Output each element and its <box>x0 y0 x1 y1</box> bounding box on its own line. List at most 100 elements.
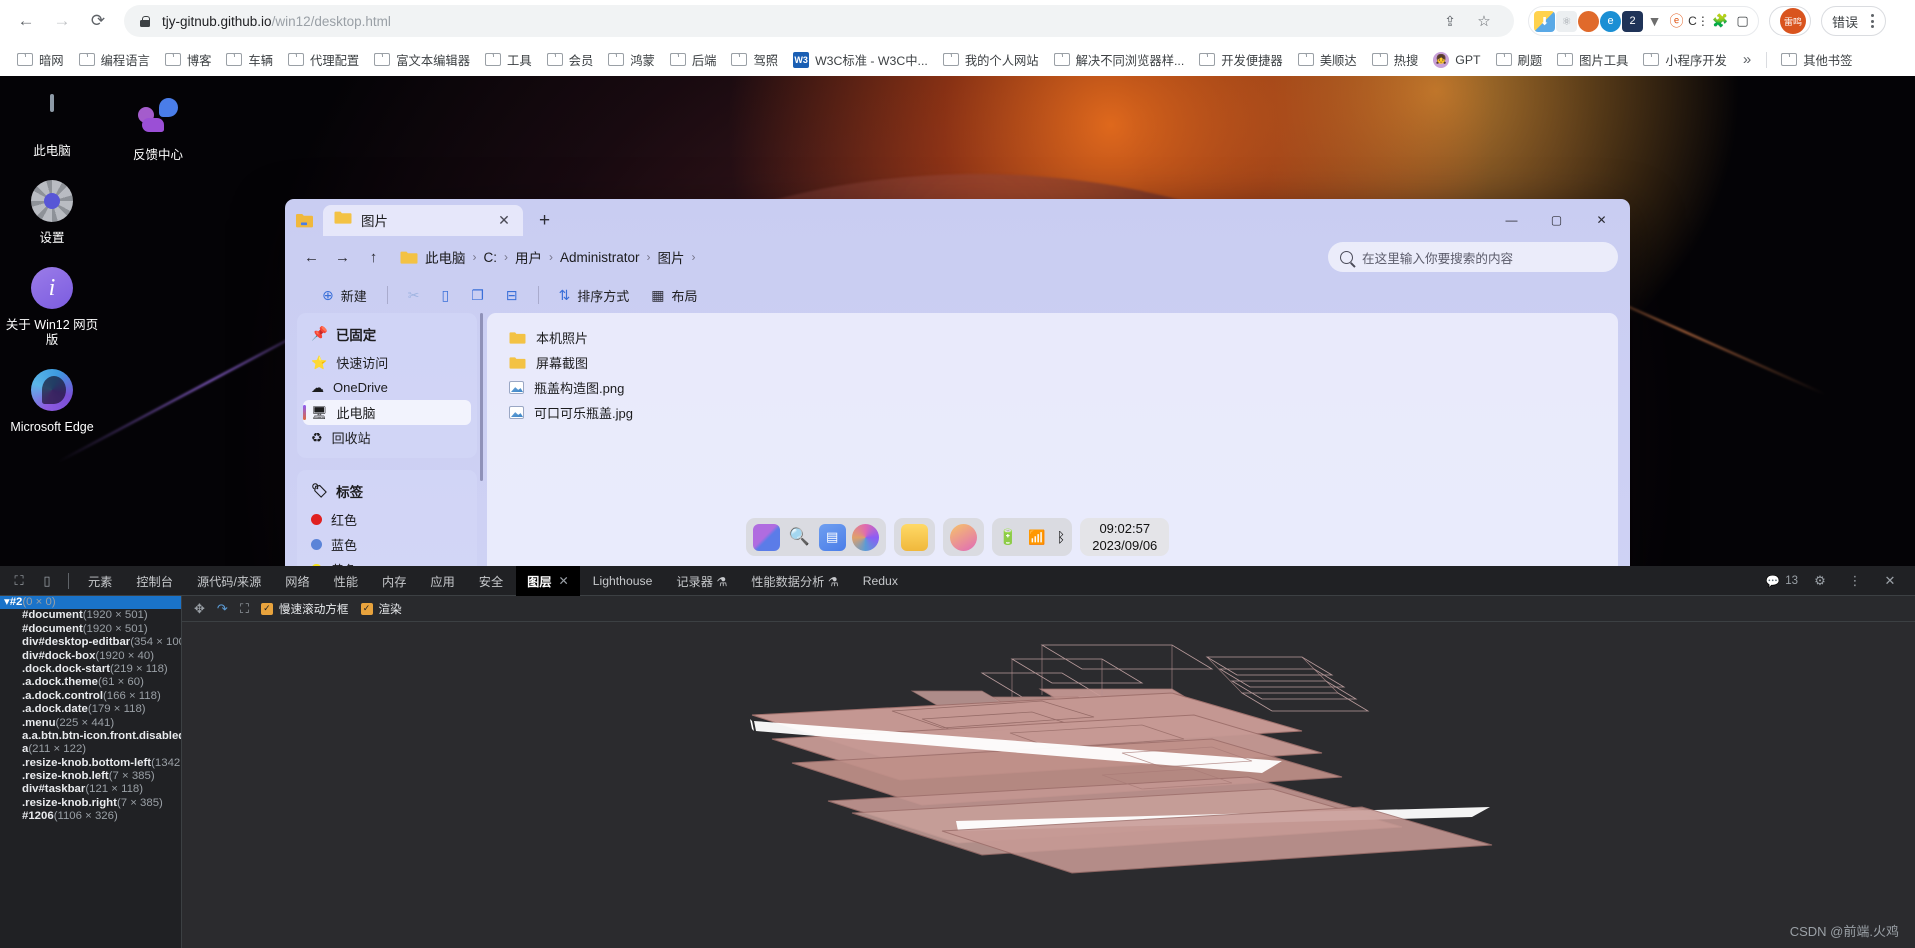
desktop-icon-settings[interactable]: 设置 <box>2 177 102 246</box>
desktop-icon-feedback-hub[interactable]: 反馈中心 <box>108 94 208 163</box>
e-browser-ext-icon[interactable]: ⓔ <box>1666 10 1687 32</box>
desktop-icon-this-pc[interactable]: 此电脑 <box>2 90 102 159</box>
issues-badge[interactable]: 💬 13 <box>1766 574 1798 588</box>
profile-menu[interactable]: 雷鸣 <box>1769 6 1811 36</box>
clipboard-ext-icon[interactable]: C⋮ <box>1688 10 1709 32</box>
tab-memory[interactable]: 内存 <box>371 566 417 596</box>
breadcrumb-item[interactable]: Administrator <box>560 250 640 265</box>
rotate-icon[interactable]: ↷ <box>217 601 228 617</box>
bookmark-item[interactable]: 鸿蒙 <box>601 48 662 72</box>
bookmark-item[interactable]: 我的个人网站 <box>936 48 1046 72</box>
tab-sources[interactable]: 源代码/来源 <box>186 566 272 596</box>
layer-tree-row[interactable]: a.a.btn.btn-icon.front.disabled(446 × <box>0 730 181 743</box>
copy-button[interactable]: ▯ <box>432 281 458 309</box>
sidebar-ext-icon[interactable]: ▢ <box>1732 10 1753 32</box>
layer-tree-row[interactable]: .resize-knob.bottom-left(1342 × 7) <box>0 757 181 770</box>
tab-recorder[interactable]: 记录器 ⚗ <box>665 566 738 596</box>
new-button[interactable]: ⊕ 新建 <box>313 281 376 309</box>
layer-tree-row[interactable]: .resize-knob.right(7 × 385) <box>0 797 181 810</box>
tab-application[interactable]: 应用 <box>419 566 465 596</box>
bookmark-item[interactable]: 车辆 <box>219 48 280 72</box>
tab-redux[interactable]: Redux <box>852 566 909 596</box>
breadcrumb-item[interactable]: 用户 <box>515 247 542 267</box>
explorer-forward-button[interactable]: → <box>328 243 357 272</box>
reload-button[interactable]: ⟳ <box>82 5 114 37</box>
bookmark-item[interactable]: 👧 GPT <box>1426 49 1487 71</box>
star-icon[interactable]: ☆ <box>1468 5 1500 37</box>
layout-button[interactable]: ▦ 布局 <box>642 281 706 309</box>
tab-console[interactable]: 控制台 <box>125 566 184 596</box>
explorer-tab[interactable]: 图片 ✕ <box>323 204 523 236</box>
bluetooth-icon[interactable]: ᛒ <box>1057 529 1065 545</box>
bookmark-item[interactable]: 刷题 <box>1489 48 1550 72</box>
layer-tree-row[interactable]: .menu(225 × 441) <box>0 717 181 730</box>
bookmark-item[interactable]: 富文本编辑器 <box>367 48 477 72</box>
sidebar-tag-yellow[interactable]: 黄色 <box>303 557 471 566</box>
settings-gear-icon[interactable]: ⚙ <box>1807 568 1833 594</box>
photos-icon[interactable] <box>851 523 879 551</box>
clock[interactable]: 09:02:57 2023/09/06 <box>1080 518 1170 556</box>
more-options-icon[interactable]: ⋮ <box>1842 568 1868 594</box>
desktop-icon-about-win12[interactable]: i 关于 Win12 网页版 <box>2 264 102 348</box>
bookmark-item[interactable]: W3 W3C标准 - W3C中... <box>786 48 935 72</box>
sidebar-scrollbar[interactable] <box>480 313 483 481</box>
bookmark-item[interactable]: 开发便捷器 <box>1192 48 1290 72</box>
inspect-icon[interactable]: ⛶ <box>6 568 32 594</box>
maximize-button[interactable]: ▢ <box>1534 203 1579 237</box>
bookmark-item[interactable]: 热搜 <box>1365 48 1426 72</box>
tab-elements[interactable]: 元素 <box>77 566 123 596</box>
rename-button[interactable]: ⊟ <box>497 281 527 309</box>
bookmark-item[interactable]: 会员 <box>540 48 601 72</box>
layer-tree-row[interactable]: ▾#2(0 × 0) <box>0 596 181 610</box>
tab-performance-insights[interactable]: 性能数据分析 ⚗ <box>740 566 849 596</box>
bookmark-item[interactable]: 美顺达 <box>1291 48 1364 72</box>
layer-tree-row[interactable]: div#taskbar(121 × 118) <box>0 783 181 796</box>
sort-button[interactable]: ⇅ 排序方式 <box>550 281 639 309</box>
sidebar-item-recycle-bin[interactable]: ♻ 回收站 <box>303 425 471 450</box>
explorer-up-button[interactable]: ↑ <box>359 243 388 272</box>
bookmark-item[interactable]: 后端 <box>663 48 724 72</box>
pan-icon[interactable]: ✥ <box>194 601 205 617</box>
bookmark-item[interactable]: 图片工具 <box>1550 48 1635 72</box>
bookmark-item[interactable]: 工具 <box>478 48 539 72</box>
start-icon[interactable] <box>752 523 780 551</box>
mega-ext-icon[interactable] <box>1578 10 1599 32</box>
layer-tree-row[interactable]: .dock.dock-start(219 × 118) <box>0 663 181 676</box>
layer-tree-row[interactable]: #1206(1106 × 326) <box>0 810 181 823</box>
list-item[interactable]: 屏幕截图 <box>501 350 596 375</box>
more-options-icon[interactable] <box>1863 14 1881 28</box>
vimium-ext-icon[interactable]: ▼ <box>1644 10 1665 32</box>
forward-button[interactable]: → <box>46 5 78 37</box>
bookmark-item[interactable]: 博客 <box>158 48 219 72</box>
search-input[interactable]: 在这里输入你要搜索的内容 <box>1328 242 1618 272</box>
layer-canvas[interactable]: CSDN @前端.火鸡 <box>182 622 1915 948</box>
slow-scroll-checkbox[interactable]: ✓ 慢速滚动方框 <box>260 601 349 617</box>
close-tab-icon[interactable]: ✕ <box>495 212 513 229</box>
layer-tree-row[interactable]: .resize-knob.left(7 × 385) <box>0 770 181 783</box>
bookmark-item[interactable]: 驾照 <box>724 48 785 72</box>
back-button[interactable]: ← <box>10 5 42 37</box>
wifi-icon[interactable]: 📶 <box>1028 529 1045 546</box>
paint-checkbox[interactable]: ✓ 渲染 <box>360 601 402 617</box>
list-item[interactable]: 可口可乐瓶盖.jpg <box>501 400 641 425</box>
tab-network[interactable]: 网络 <box>274 566 320 596</box>
explorer-back-button[interactable]: ← <box>297 243 326 272</box>
sidebar-item-onedrive[interactable]: ☁ OneDrive <box>303 375 471 400</box>
layer-tree-row[interactable]: .a.dock.control(166 × 118) <box>0 690 181 703</box>
download-manager-ext-icon[interactable]: ⬇ <box>1534 10 1555 32</box>
breadcrumb-item[interactable]: C: <box>484 250 498 265</box>
device-toolbar-icon[interactable]: ▯ <box>34 568 60 594</box>
breadcrumb[interactable]: 此电脑 › C: › 用户 › Administrator › 图片 › <box>400 247 696 267</box>
react-devtools-ext-icon[interactable]: ⚛ <box>1556 10 1577 32</box>
other-bookmarks-button[interactable]: 其他书签 <box>1774 48 1859 72</box>
reset-zoom-icon[interactable]: ⛶ <box>240 601 249 617</box>
list-item[interactable]: 瓶盖构造图.png <box>501 375 632 400</box>
bookmark-item[interactable]: 小程序开发 <box>1636 48 1734 72</box>
tab-performance[interactable]: 性能 <box>323 566 369 596</box>
file-explorer-icon[interactable] <box>900 523 928 551</box>
layer-tree-row[interactable]: #document(1920 × 501) <box>0 609 181 622</box>
layer-tree-row[interactable]: .a.dock.theme(61 × 60) <box>0 676 181 689</box>
tab-layers[interactable]: 图层 ✕ <box>516 565 580 596</box>
layer-tree-row[interactable]: .a.dock.date(179 × 118) <box>0 703 181 716</box>
cut-button[interactable]: ✂ <box>399 281 429 309</box>
